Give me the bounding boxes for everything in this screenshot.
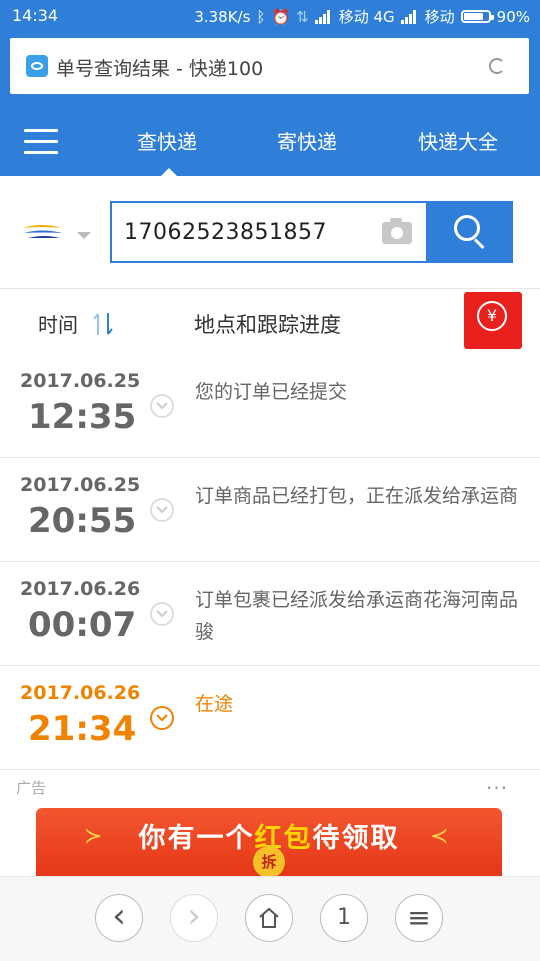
event-date: 2017.06.25 — [20, 370, 141, 392]
event-time: 00:07 — [28, 605, 137, 645]
status-bar: 14:34 3.38K/s ᛒ ⏰ ⇅ 移动 4G 移动 90% — [0, 0, 540, 30]
event-description: 订单包裹已经派发给承运商花海河南品骏 — [195, 589, 519, 643]
menu-icon[interactable] — [24, 129, 58, 155]
data-arrows-icon: ⇅ — [296, 7, 309, 26]
menu-button[interactable]: ≡ — [395, 894, 443, 942]
battery-percent: 90% — [496, 7, 530, 26]
carrier-1: 移动 4G — [338, 8, 395, 26]
timeline-row: 2017.06.26 00:07 订单包裹已经派发给承运商花海河南品骏 — [0, 562, 540, 666]
time-column-header: 时间 — [38, 313, 78, 337]
back-button[interactable]: ‹ — [95, 894, 143, 942]
ad-more-icon[interactable]: ··· — [486, 776, 508, 800]
address-bar[interactable]: 单号查询结果 - 快递100 — [10, 38, 529, 94]
event-time: 12:35 — [28, 397, 137, 437]
nav-bar: 查快递 寄快递 快递大全 — [0, 106, 540, 176]
event-description: 订单商品已经打包，正在派发给承运商 — [195, 485, 519, 507]
event-date: 2017.06.26 — [20, 682, 141, 704]
home-icon — [259, 907, 279, 928]
status-time: 14:34 — [12, 6, 59, 25]
timeline-row: 2017.06.25 20:55 订单商品已经打包，正在派发给承运商 — [0, 458, 540, 562]
bluetooth-icon: ᛒ — [256, 7, 266, 26]
forward-button[interactable]: › — [170, 894, 218, 942]
tabs-button[interactable]: 1 — [320, 894, 368, 942]
ad-label: 广告 — [16, 779, 47, 797]
address-bar-area: 单号查询结果 - 快递100 — [0, 30, 540, 106]
search-button[interactable] — [427, 201, 513, 263]
courier-logo-icon[interactable] — [20, 220, 64, 244]
event-date: 2017.06.26 — [20, 578, 141, 600]
sparkle-icon: ≺ — [430, 824, 449, 849]
back-icon: ‹ — [112, 896, 126, 936]
tab-directory[interactable]: 快递大全 — [418, 126, 498, 155]
chevron-down-icon — [150, 602, 174, 626]
chevron-down-icon — [150, 706, 174, 730]
home-button[interactable] — [245, 894, 293, 942]
open-packet-badge[interactable]: 拆 — [253, 846, 285, 878]
active-tab-indicator — [161, 168, 177, 176]
event-date: 2017.06.25 — [20, 474, 141, 496]
event-description: 您的订单已经提交 — [195, 381, 348, 403]
red-packet-button[interactable]: ¥ — [464, 292, 522, 349]
net-speed: 3.38K/s — [194, 7, 251, 26]
tracking-number-value: 17062523851857 — [124, 220, 327, 245]
signal-icon-2 — [400, 9, 419, 24]
page-title: 单号查询结果 - 快递100 — [56, 58, 264, 80]
results-header: 时间 地点和跟踪进度 ¥ — [0, 289, 540, 355]
tab-query[interactable]: 查快递 — [137, 126, 197, 155]
track-column-header: 地点和跟踪进度 — [194, 313, 341, 337]
camera-icon[interactable] — [382, 218, 412, 244]
site-favicon-icon — [26, 55, 48, 77]
search-row: 17062523851857 — [0, 176, 540, 289]
event-time: 21:34 — [28, 709, 137, 749]
reload-icon[interactable] — [489, 58, 505, 74]
browser-bottom-bar: ‹ › 1 ≡ — [0, 876, 540, 961]
tab-send[interactable]: 寄快递 — [277, 126, 337, 155]
battery-icon — [460, 10, 494, 23]
chevron-down-icon — [150, 394, 174, 418]
menu-icon-bottom: ≡ — [407, 901, 431, 934]
yuan-icon: ¥ — [477, 301, 507, 331]
tracking-number-input[interactable]: 17062523851857 — [110, 201, 428, 263]
signal-icon — [314, 9, 333, 24]
courier-dropdown-icon[interactable] — [77, 232, 91, 239]
timeline-row: 2017.06.25 12:35 您的订单已经提交 — [0, 354, 540, 458]
search-icon — [454, 215, 480, 241]
chevron-down-icon — [150, 498, 174, 522]
carrier-2: 移动 — [424, 8, 455, 26]
event-time: 20:55 — [28, 501, 137, 541]
forward-icon: › — [187, 896, 201, 936]
tabs-count: 1 — [337, 905, 351, 930]
alarm-icon: ⏰ — [271, 7, 291, 26]
event-description: 在途 — [195, 693, 234, 715]
timeline-row: 2017.06.26 21:34 在途 — [0, 666, 540, 770]
sort-icon[interactable] — [92, 311, 114, 337]
